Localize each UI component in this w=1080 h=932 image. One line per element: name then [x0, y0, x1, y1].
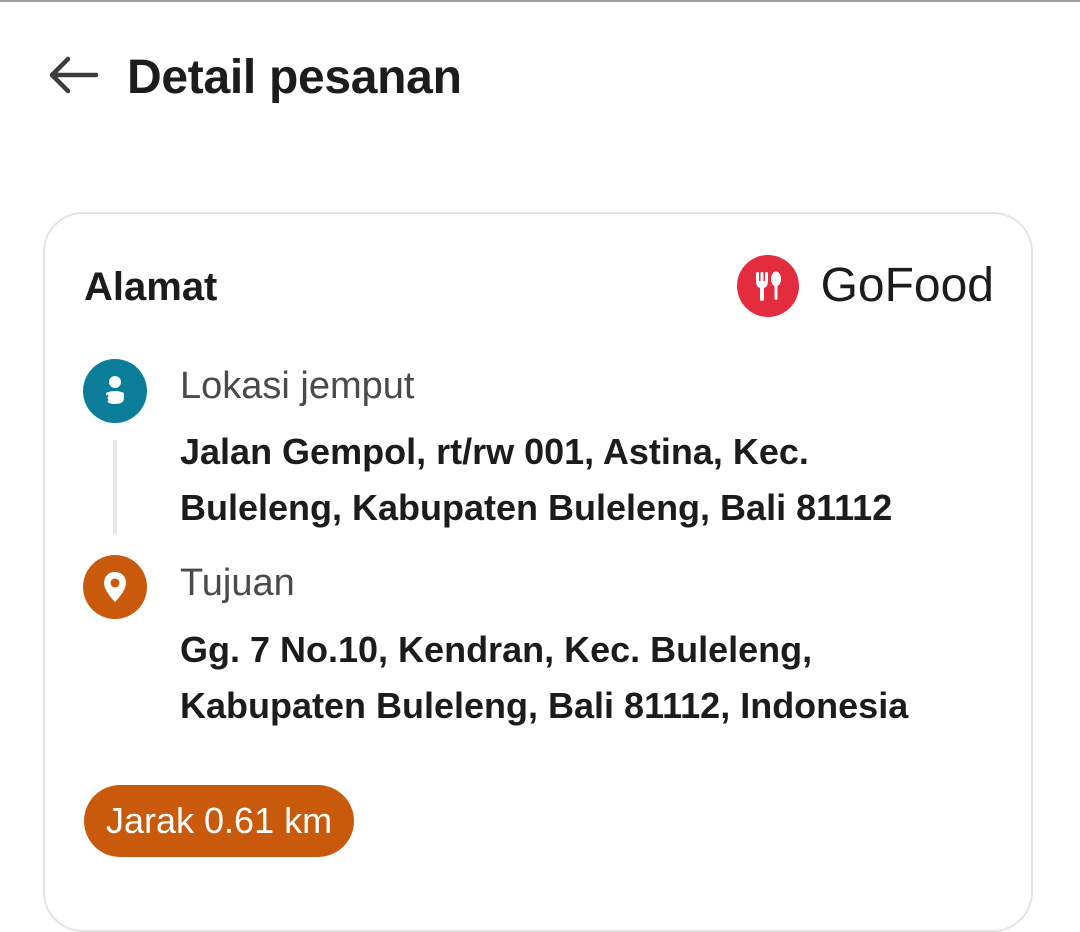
address-section-title: Alamat [84, 265, 218, 309]
fork-spoon-icon [736, 255, 799, 317]
pickup-address-line2: Buleleng, Kabupaten Buleleng, Bali 81112 [180, 487, 893, 528]
destination-label: Tujuan [180, 562, 295, 604]
destination-address-line2: Kabupaten Buleleng, Bali 81112, Indonesi… [180, 685, 909, 726]
destination-address: Gg. 7 No.10, Kendran, Kec. Buleleng, Kab… [180, 622, 1000, 734]
route-connector [113, 440, 117, 534]
pickup-address-line1: Jalan Gempol, rt/rw 001, Astina, Kec. [180, 431, 809, 472]
pickup-label: Lokasi jemput [180, 365, 415, 407]
page-title: Detail pesanan [127, 51, 462, 104]
service-brand: GoFood [736, 255, 994, 317]
person-pin-icon [83, 359, 147, 423]
distance-badge: Jarak 0.61 km [84, 785, 355, 857]
app-header: Detail pesanan [0, 0, 1080, 150]
destination-address-line1: Gg. 7 No.10, Kendran, Kec. Buleleng, [180, 629, 813, 670]
arrow-left-icon [49, 56, 98, 94]
pickup-address: Jalan Gempol, rt/rw 001, Astina, Kec. Bu… [180, 424, 1000, 536]
location-pin-icon [83, 555, 147, 619]
service-name: GoFood [820, 259, 994, 312]
back-button[interactable] [40, 46, 104, 104]
